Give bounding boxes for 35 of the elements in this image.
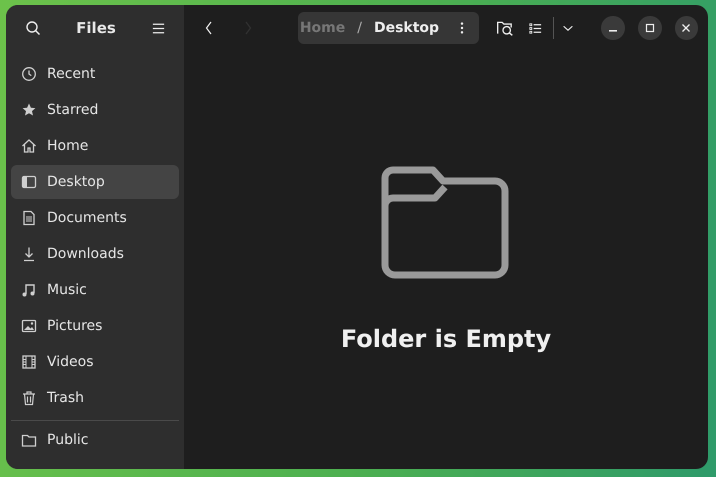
sidebar-item[interactable]: Videos: [11, 345, 179, 379]
sidebar-item[interactable]: Downloads: [11, 237, 179, 271]
desktop-icon: [21, 174, 37, 190]
sidebar-item[interactable]: Desktop: [11, 165, 179, 199]
sidebar-item[interactable]: Recent: [11, 57, 179, 91]
folder-icon: [381, 166, 511, 280]
document-icon: [21, 210, 37, 226]
minimize-button[interactable]: [601, 16, 625, 40]
sidebar-item[interactable]: Pictures: [11, 309, 179, 343]
film-icon: [21, 354, 37, 370]
trash-icon: [21, 390, 37, 406]
search-icon: [25, 20, 41, 36]
close-button[interactable]: [674, 16, 698, 40]
clock-icon: [21, 66, 37, 82]
path-segment[interactable]: Desktop: [374, 12, 440, 44]
house-icon: [21, 138, 37, 154]
sidebar-item[interactable]: Trash: [11, 381, 179, 415]
empty-folder-message: Folder is Empty: [340, 325, 552, 353]
folder-icon: [21, 432, 37, 448]
sidebar-item[interactable]: Starred: [11, 93, 179, 127]
sidebar-item[interactable]: Public: [11, 423, 179, 457]
menu-icon: [151, 20, 166, 36]
sidebar-item[interactable]: Documents: [11, 201, 179, 235]
list-icon: [528, 20, 543, 36]
maximize-button[interactable]: [638, 16, 662, 40]
path-separator: /: [357, 20, 362, 36]
sidebar-item[interactable]: Home: [11, 129, 179, 163]
star-icon: [21, 102, 37, 118]
music-note-icon: [21, 282, 37, 298]
folder-search-icon: [496, 19, 514, 37]
image-icon: [21, 318, 37, 334]
sidebar-title: Files: [76, 19, 116, 37]
minimize-icon: [609, 30, 618, 32]
download-icon: [21, 246, 37, 262]
sidebar-item[interactable]: Music: [11, 273, 179, 307]
